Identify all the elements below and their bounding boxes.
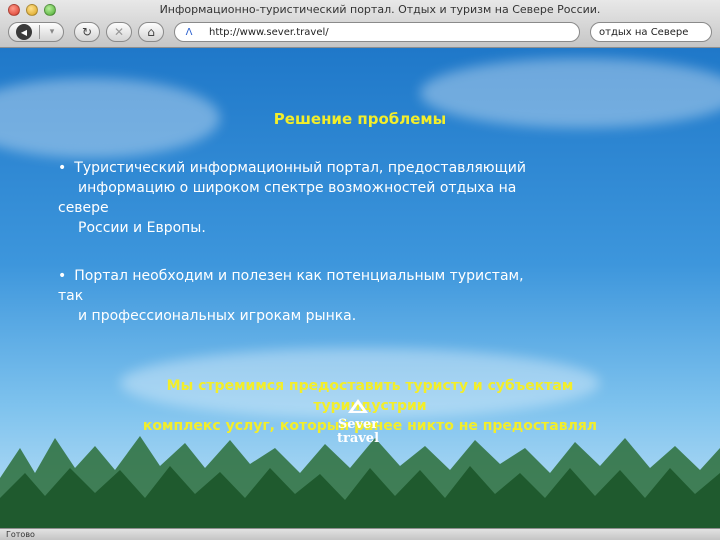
address-bar[interactable]: Λ http://www.sever.travel/	[174, 22, 580, 42]
title-bar: Информационно-туристический портал. Отды…	[0, 0, 720, 20]
back-arrow-icon: ◀	[16, 24, 32, 40]
slide-title: Решение проблемы	[273, 110, 447, 128]
browser-chrome: Информационно-туристический портал. Отды…	[0, 0, 720, 48]
bullet-line: так	[58, 288, 84, 304]
stop-icon: ✕	[113, 25, 125, 39]
logo-mark-icon	[348, 399, 368, 413]
tagline-line: Мы стремимся предоставить туристу и субъ…	[166, 378, 574, 394]
window-zoom-button[interactable]	[44, 4, 56, 16]
bullet-line: России и Европы.	[78, 220, 206, 236]
reload-icon: ↻	[81, 25, 93, 39]
bullet-item: Туристический информационный портал, пре…	[58, 158, 678, 238]
sever-travel-logo: Sever travel	[328, 398, 388, 446]
toolbar: ◀ ▾ ↻ ✕ ⌂ Λ http://www.sever.travel/ отд…	[0, 20, 720, 46]
status-bar: Готово	[0, 528, 720, 540]
bullet-line: информацию о широком спектре возможносте…	[78, 180, 517, 196]
window-close-button[interactable]	[8, 4, 20, 16]
forward-button[interactable]: ▾	[41, 23, 63, 41]
search-value[interactable]: отдых на Севере	[599, 27, 688, 38]
search-input[interactable]: отдых на Севере	[590, 22, 712, 42]
logo-text-line: Sever	[337, 417, 379, 432]
window-title: Информационно-туристический портал. Отды…	[159, 3, 601, 16]
stop-button[interactable]: ✕	[106, 22, 132, 42]
bullet-line: и профессиональных игрокам рынка.	[78, 308, 357, 324]
page-content: Решение проблемы Туристический информаци…	[0, 48, 720, 528]
nav-divider	[39, 25, 40, 39]
window-minimize-button[interactable]	[26, 4, 38, 16]
url-field[interactable]: http://www.sever.travel/	[209, 27, 329, 38]
back-forward-group: ◀ ▾	[8, 22, 64, 42]
status-text: Готово	[6, 530, 35, 539]
bullet-item: Портал необходим и полезен как потенциал…	[58, 266, 678, 326]
bullet-line: Портал необходим и полезен как потенциал…	[58, 266, 678, 286]
home-button[interactable]: ⌂	[138, 22, 164, 42]
bullet-line: Туристический информационный портал, пре…	[58, 158, 678, 178]
site-favicon: Λ	[185, 26, 193, 38]
home-icon: ⌂	[147, 25, 155, 39]
logo-text-line: travel	[336, 431, 380, 446]
back-button[interactable]: ◀	[11, 24, 37, 40]
reload-button[interactable]: ↻	[74, 22, 100, 42]
bullet-line: севере	[58, 200, 109, 216]
forward-arrow-icon: ▾	[49, 27, 55, 37]
